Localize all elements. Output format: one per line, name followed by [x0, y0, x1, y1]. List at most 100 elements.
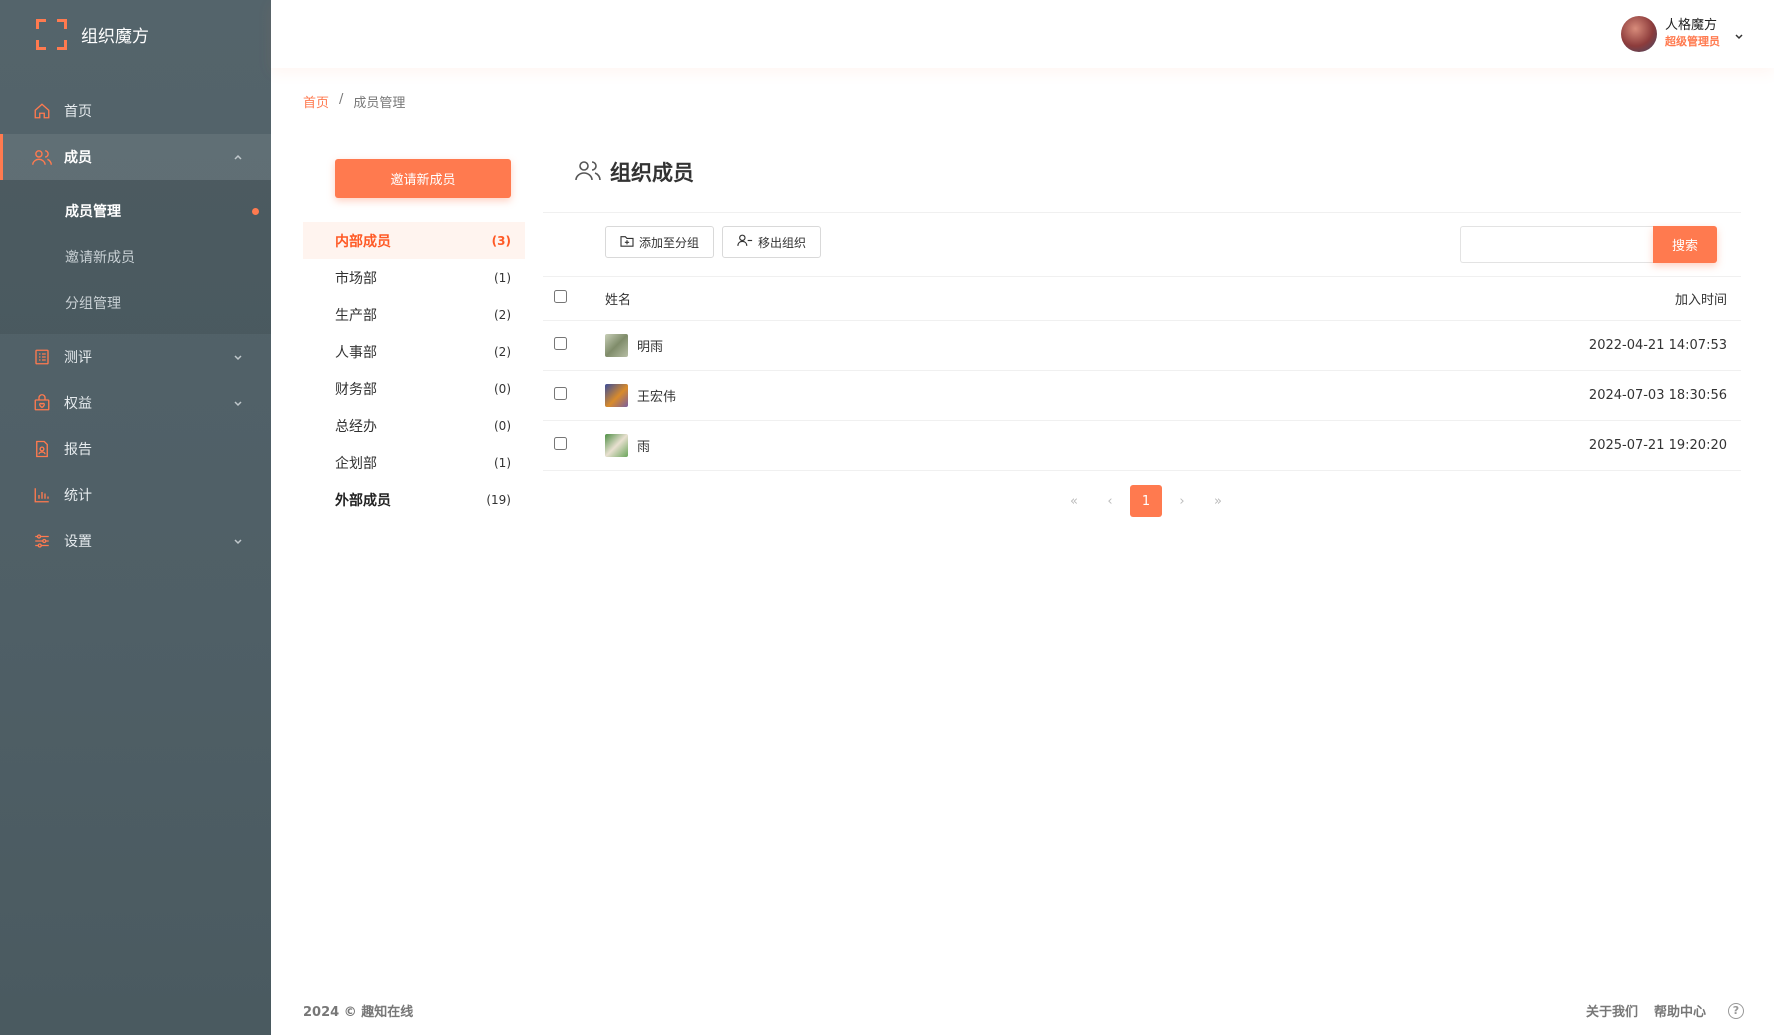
group-count: (2) — [494, 307, 511, 322]
sidebar-item-label: 权益 — [64, 396, 92, 412]
table-row: 雨 2025-07-21 19:20:20 — [543, 421, 1741, 471]
brand-name: 组织魔方 — [81, 26, 149, 47]
sidebar-subitem-label: 成员管理 — [65, 204, 121, 220]
sidebar-item-label: 首页 — [64, 104, 92, 120]
pagination: « ‹ 1 › » — [1058, 485, 1234, 517]
group-name: 内部成员 — [335, 233, 391, 250]
sidebar-item-home[interactable]: 首页 — [0, 88, 271, 134]
group-count: (2) — [494, 344, 511, 359]
gift-icon — [32, 393, 52, 413]
group-item-internal[interactable]: 内部成员 (3) — [303, 222, 525, 259]
help-icon[interactable]: ? — [1728, 1002, 1744, 1019]
bar-chart-icon — [32, 485, 52, 505]
select-all-checkbox[interactable] — [554, 290, 567, 303]
home-icon — [32, 101, 52, 121]
page-1-button[interactable]: 1 — [1130, 485, 1162, 517]
group-name: 财务部 — [335, 381, 377, 398]
group-count: (3) — [491, 233, 511, 248]
group-count: (1) — [494, 455, 511, 470]
member-joined: 2025-07-21 19:20:20 — [1588, 438, 1727, 453]
members-table: 姓名 加入时间 明雨 2022-04-21 14:07:53 王宏伟 2024-… — [543, 276, 1741, 471]
avatar — [1621, 16, 1657, 52]
remove-from-org-label: 移出组织 — [758, 235, 807, 250]
avatar — [605, 434, 628, 457]
breadcrumb: 首页 / 成员管理 — [303, 92, 405, 111]
group-item[interactable]: 企划部 (1) — [303, 444, 525, 481]
add-to-group-button[interactable]: 添加至分组 — [605, 226, 715, 258]
search-input[interactable] — [1460, 226, 1653, 263]
sidebar-item-label: 测评 — [64, 350, 92, 366]
folder-plus-icon — [620, 235, 634, 250]
toolbar: 添加至分组 移出组织 — [605, 226, 822, 258]
sidebar-subitem-member-management[interactable]: 成员管理 — [0, 188, 271, 234]
sidebar-item-label: 成员 — [64, 150, 92, 166]
sidebar-item-assessment[interactable]: 测评 — [0, 334, 271, 380]
group-name: 总经办 — [335, 418, 377, 435]
breadcrumb-home[interactable]: 首页 — [303, 92, 329, 111]
sidebar-item-settings[interactable]: 设置 — [0, 518, 271, 564]
search-button[interactable]: 搜索 — [1653, 226, 1717, 263]
sidebar-subitem-invite[interactable]: 邀请新成员 — [0, 234, 271, 280]
sidebar-item-benefits[interactable]: 权益 — [0, 380, 271, 426]
invite-member-button[interactable]: 邀请新成员 — [335, 159, 511, 198]
active-dot — [252, 207, 259, 215]
footer: 2024 © 趣知在线 关于我们 帮助中心 ? — [303, 1001, 1744, 1020]
member-joined: 2024-07-03 18:30:56 — [1588, 388, 1727, 403]
sidebar-item-stats[interactable]: 统计 — [0, 472, 271, 518]
group-count: (19) — [486, 492, 511, 507]
group-count: (0) — [494, 381, 511, 396]
prev-page-button[interactable]: ‹ — [1094, 485, 1126, 517]
table-header: 姓名 加入时间 — [543, 276, 1741, 321]
group-item[interactable]: 市场部 (1) — [303, 259, 525, 296]
help-link[interactable]: 帮助中心 — [1654, 1001, 1706, 1020]
group-item[interactable]: 总经办 (0) — [303, 407, 525, 444]
about-link[interactable]: 关于我们 — [1586, 1001, 1638, 1020]
chevron-down-icon — [233, 536, 243, 546]
report-icon — [32, 439, 52, 459]
sidebar-item-label: 统计 — [64, 488, 92, 504]
row-checkbox[interactable] — [554, 337, 567, 350]
users-icon — [32, 147, 52, 167]
users-icon — [574, 159, 602, 186]
avatar — [605, 384, 628, 407]
chevron-down-icon — [233, 352, 243, 362]
group-item[interactable]: 财务部 (0) — [303, 370, 525, 407]
group-count: (0) — [494, 418, 511, 433]
sidebar-item-members[interactable]: 成员 — [0, 134, 271, 180]
checklist-icon — [32, 347, 52, 367]
avatar — [605, 334, 628, 357]
logo-icon — [36, 18, 67, 50]
row-checkbox[interactable] — [554, 387, 567, 400]
sidebar-subitem-group-management[interactable]: 分组管理 — [0, 280, 271, 326]
next-page-button[interactable]: › — [1166, 485, 1198, 517]
table-row: 王宏伟 2024-07-03 18:30:56 — [543, 371, 1741, 421]
group-name: 外部成员 — [335, 492, 391, 509]
table-row: 明雨 2022-04-21 14:07:53 — [543, 321, 1741, 371]
last-page-button[interactable]: » — [1202, 485, 1234, 517]
sidebar-subitem-label: 分组管理 — [65, 296, 121, 312]
group-item[interactable]: 生产部 (2) — [303, 296, 525, 333]
chevron-down-icon — [233, 398, 243, 408]
group-name: 生产部 — [335, 307, 377, 324]
breadcrumb-current: 成员管理 — [353, 96, 406, 111]
sliders-icon — [32, 531, 52, 551]
group-list: 内部成员 (3) 市场部 (1) 生产部 (2) 人事部 (2) 财务部 (0)… — [303, 222, 525, 518]
sidebar-item-label: 设置 — [64, 534, 92, 550]
user-menu[interactable]: 人格魔方 超级管理员 — [1621, 16, 1744, 52]
brand[interactable]: 组织魔方 — [0, 0, 271, 68]
sidebar-subitem-label: 邀请新成员 — [65, 250, 135, 266]
member-joined: 2022-04-21 14:07:53 — [1588, 338, 1727, 353]
group-item[interactable]: 人事部 (2) — [303, 333, 525, 370]
remove-from-org-button[interactable]: 移出组织 — [722, 226, 822, 258]
sidebar-item-report[interactable]: 报告 — [0, 426, 271, 472]
first-page-button[interactable]: « — [1058, 485, 1090, 517]
copyright: 2024 © 趣知在线 — [303, 1005, 414, 1020]
chevron-down-icon[interactable] — [1734, 29, 1744, 40]
user-minus-icon — [737, 234, 753, 250]
row-checkbox[interactable] — [554, 437, 567, 450]
sidebar-item-label: 报告 — [64, 442, 92, 458]
divider — [543, 212, 1741, 213]
group-name: 企划部 — [335, 455, 377, 472]
group-item-external[interactable]: 外部成员 (19) — [303, 481, 525, 518]
add-to-group-label: 添加至分组 — [639, 235, 700, 250]
